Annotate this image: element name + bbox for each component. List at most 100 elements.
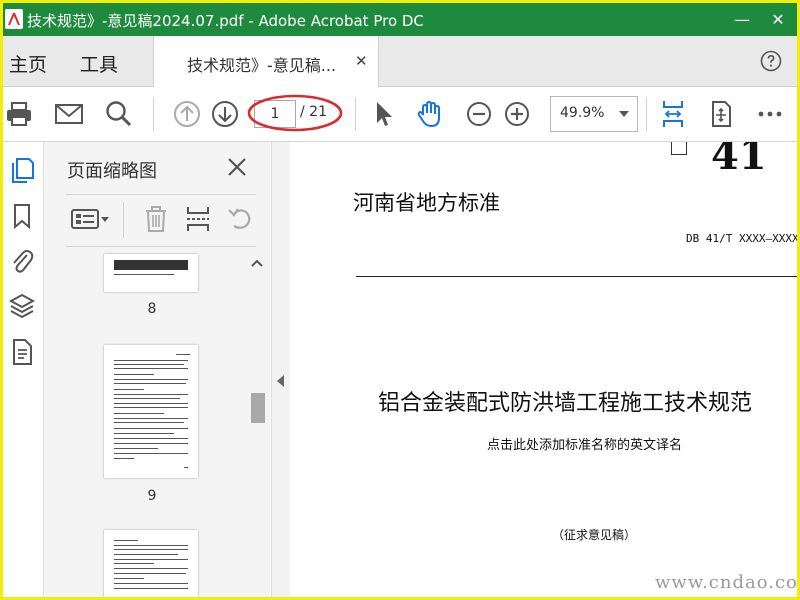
scrollbar-thumb[interactable] bbox=[251, 393, 265, 423]
thumbnail-text-line bbox=[114, 583, 188, 584]
thumbnail-text-line bbox=[114, 588, 188, 589]
zoom-in-icon[interactable] bbox=[502, 99, 532, 129]
thumbnail-text-line bbox=[114, 407, 188, 408]
document-tab-close-button[interactable]: ✕ bbox=[355, 52, 368, 70]
delete-page-icon[interactable] bbox=[143, 204, 169, 234]
document-tab-label: 技术规范》-意见稿... bbox=[187, 56, 337, 75]
page-thumbnails-panel: 页面缩略图 8 9 bbox=[44, 142, 270, 597]
thumbnail-text-line bbox=[114, 374, 154, 375]
document-header-number: 41 bbox=[711, 142, 767, 179]
red-annotation-ellipse bbox=[247, 94, 343, 132]
help-icon[interactable] bbox=[760, 50, 782, 72]
thumbnail-text-line bbox=[114, 458, 134, 459]
thumbnail-text-line bbox=[114, 274, 174, 275]
document-header-mark bbox=[671, 142, 687, 155]
tab-home[interactable]: 主页 bbox=[9, 50, 47, 77]
chevron-down-icon bbox=[619, 111, 629, 117]
close-icon[interactable] bbox=[226, 156, 248, 178]
toolbar-separator bbox=[355, 97, 356, 131]
thumbnail-text-line bbox=[114, 428, 188, 429]
thumbnail-text-line bbox=[114, 448, 158, 449]
title-bar: 技术规范》-意见稿2024.07.pdf - Adobe Acrobat Pro… bbox=[3, 3, 797, 37]
thumbnail-text-line bbox=[114, 559, 188, 560]
panel-divider bbox=[66, 246, 256, 247]
thumbnail-text-line bbox=[114, 364, 184, 365]
page-thumbnails-icon[interactable] bbox=[9, 156, 35, 184]
email-icon[interactable] bbox=[54, 99, 84, 129]
bookmark-icon[interactable] bbox=[9, 202, 35, 230]
thumbnail-text-line bbox=[114, 443, 188, 444]
thumbnail-text-line bbox=[114, 422, 184, 423]
panel-divider bbox=[66, 194, 256, 195]
document-draft-label: （征求意见稿） bbox=[552, 528, 637, 542]
select-cursor-icon[interactable] bbox=[368, 99, 398, 129]
thumbnail-text-line bbox=[114, 413, 164, 414]
thumbnail-text-line bbox=[176, 354, 190, 355]
toolbar-separator bbox=[153, 97, 154, 131]
thumbnail-text-line bbox=[114, 389, 144, 390]
previous-page-icon[interactable] bbox=[172, 99, 202, 129]
thumbnail-text-line bbox=[114, 368, 188, 369]
main-toolbar: 1 / 21 49.9% bbox=[3, 87, 797, 142]
tab-bar: 主页 工具 技术规范》-意见稿... ✕ bbox=[3, 36, 797, 87]
thumbnail-text-line bbox=[114, 379, 188, 380]
thumbnail-scrollbar[interactable] bbox=[247, 254, 267, 597]
hand-tool-icon[interactable] bbox=[415, 99, 445, 129]
insert-page-icon[interactable] bbox=[185, 204, 211, 234]
close-window-button[interactable]: ✕ bbox=[765, 7, 791, 31]
document-standard-type: 河南省地方标准 bbox=[353, 191, 500, 215]
thumbnail-text-line bbox=[114, 403, 188, 404]
thumbnail-text-line bbox=[114, 398, 180, 399]
print-icon[interactable] bbox=[4, 99, 34, 129]
document-subtitle: 点击此处添加标准名称的英文译名 bbox=[487, 438, 683, 453]
more-options-icon[interactable] bbox=[755, 99, 785, 129]
page-thumbnail-next[interactable] bbox=[104, 530, 198, 597]
thumbnail-text-line bbox=[114, 394, 188, 395]
tab-tools[interactable]: 工具 bbox=[80, 50, 118, 77]
document-rule bbox=[356, 276, 797, 277]
rotate-view-icon[interactable] bbox=[706, 99, 736, 129]
rotate-page-icon[interactable] bbox=[226, 204, 254, 234]
minimize-button[interactable]: — bbox=[729, 7, 755, 31]
thumbnail-text-line bbox=[114, 383, 186, 384]
watermark: www.cndao.com bbox=[655, 572, 797, 593]
thumbnail-page-number: 9 bbox=[147, 488, 157, 504]
thumbnail-text-line bbox=[114, 554, 178, 555]
toolbar-separator bbox=[646, 97, 647, 131]
document-properties-icon[interactable] bbox=[9, 338, 35, 366]
left-navigation-rail bbox=[3, 142, 44, 597]
panel-title: 页面缩略图 bbox=[67, 161, 157, 182]
thumbnail-options-icon[interactable] bbox=[70, 204, 110, 234]
acrobat-pdf-icon bbox=[5, 9, 23, 29]
zoom-level-value: 49.9% bbox=[560, 105, 605, 121]
thumbnail-text-line bbox=[114, 549, 188, 550]
thumbnail-text-line bbox=[114, 573, 186, 574]
window-title: 技术规范》-意见稿2024.07.pdf - Adobe Acrobat Pro… bbox=[27, 12, 424, 30]
document-view[interactable]: 41 河南省地方标准 DB 41/T XXXX—XXXX 铝合金装配式防洪墙工程… bbox=[290, 142, 797, 597]
thumbnail-text-line bbox=[114, 438, 188, 439]
tab-document[interactable]: 技术规范》-意见稿... ✕ bbox=[153, 36, 379, 87]
thumbnail-text-line bbox=[114, 540, 138, 541]
search-icon[interactable] bbox=[104, 99, 134, 129]
thumbnail-text-line bbox=[114, 360, 188, 361]
thumbnail-text-line bbox=[114, 545, 188, 546]
zoom-out-icon[interactable] bbox=[464, 99, 494, 129]
page-thumbnail-8[interactable] bbox=[104, 254, 198, 292]
thumbnail-text-line bbox=[114, 568, 188, 569]
panel-separator bbox=[123, 202, 124, 238]
next-page-icon[interactable] bbox=[210, 99, 240, 129]
thumbnail-text-line bbox=[114, 563, 154, 564]
zoom-level-select[interactable]: 49.9% bbox=[550, 96, 638, 132]
thumbnail-text-line bbox=[114, 453, 188, 454]
panel-collapse-handle[interactable] bbox=[271, 142, 291, 597]
page-thumbnail-9[interactable] bbox=[104, 345, 198, 478]
document-code: DB 41/T XXXX—XXXX bbox=[686, 232, 797, 245]
app-window: 技术规范》-意见稿2024.07.pdf - Adobe Acrobat Pro… bbox=[3, 3, 797, 597]
layers-icon[interactable] bbox=[9, 292, 35, 320]
fit-page-width-icon[interactable] bbox=[658, 99, 688, 129]
chevron-up-icon[interactable] bbox=[251, 258, 263, 268]
attachment-icon[interactable] bbox=[9, 246, 35, 274]
thumbnail-text-line bbox=[184, 467, 188, 468]
chevron-left-icon bbox=[277, 375, 284, 387]
thumbnail-text-line bbox=[114, 578, 144, 579]
